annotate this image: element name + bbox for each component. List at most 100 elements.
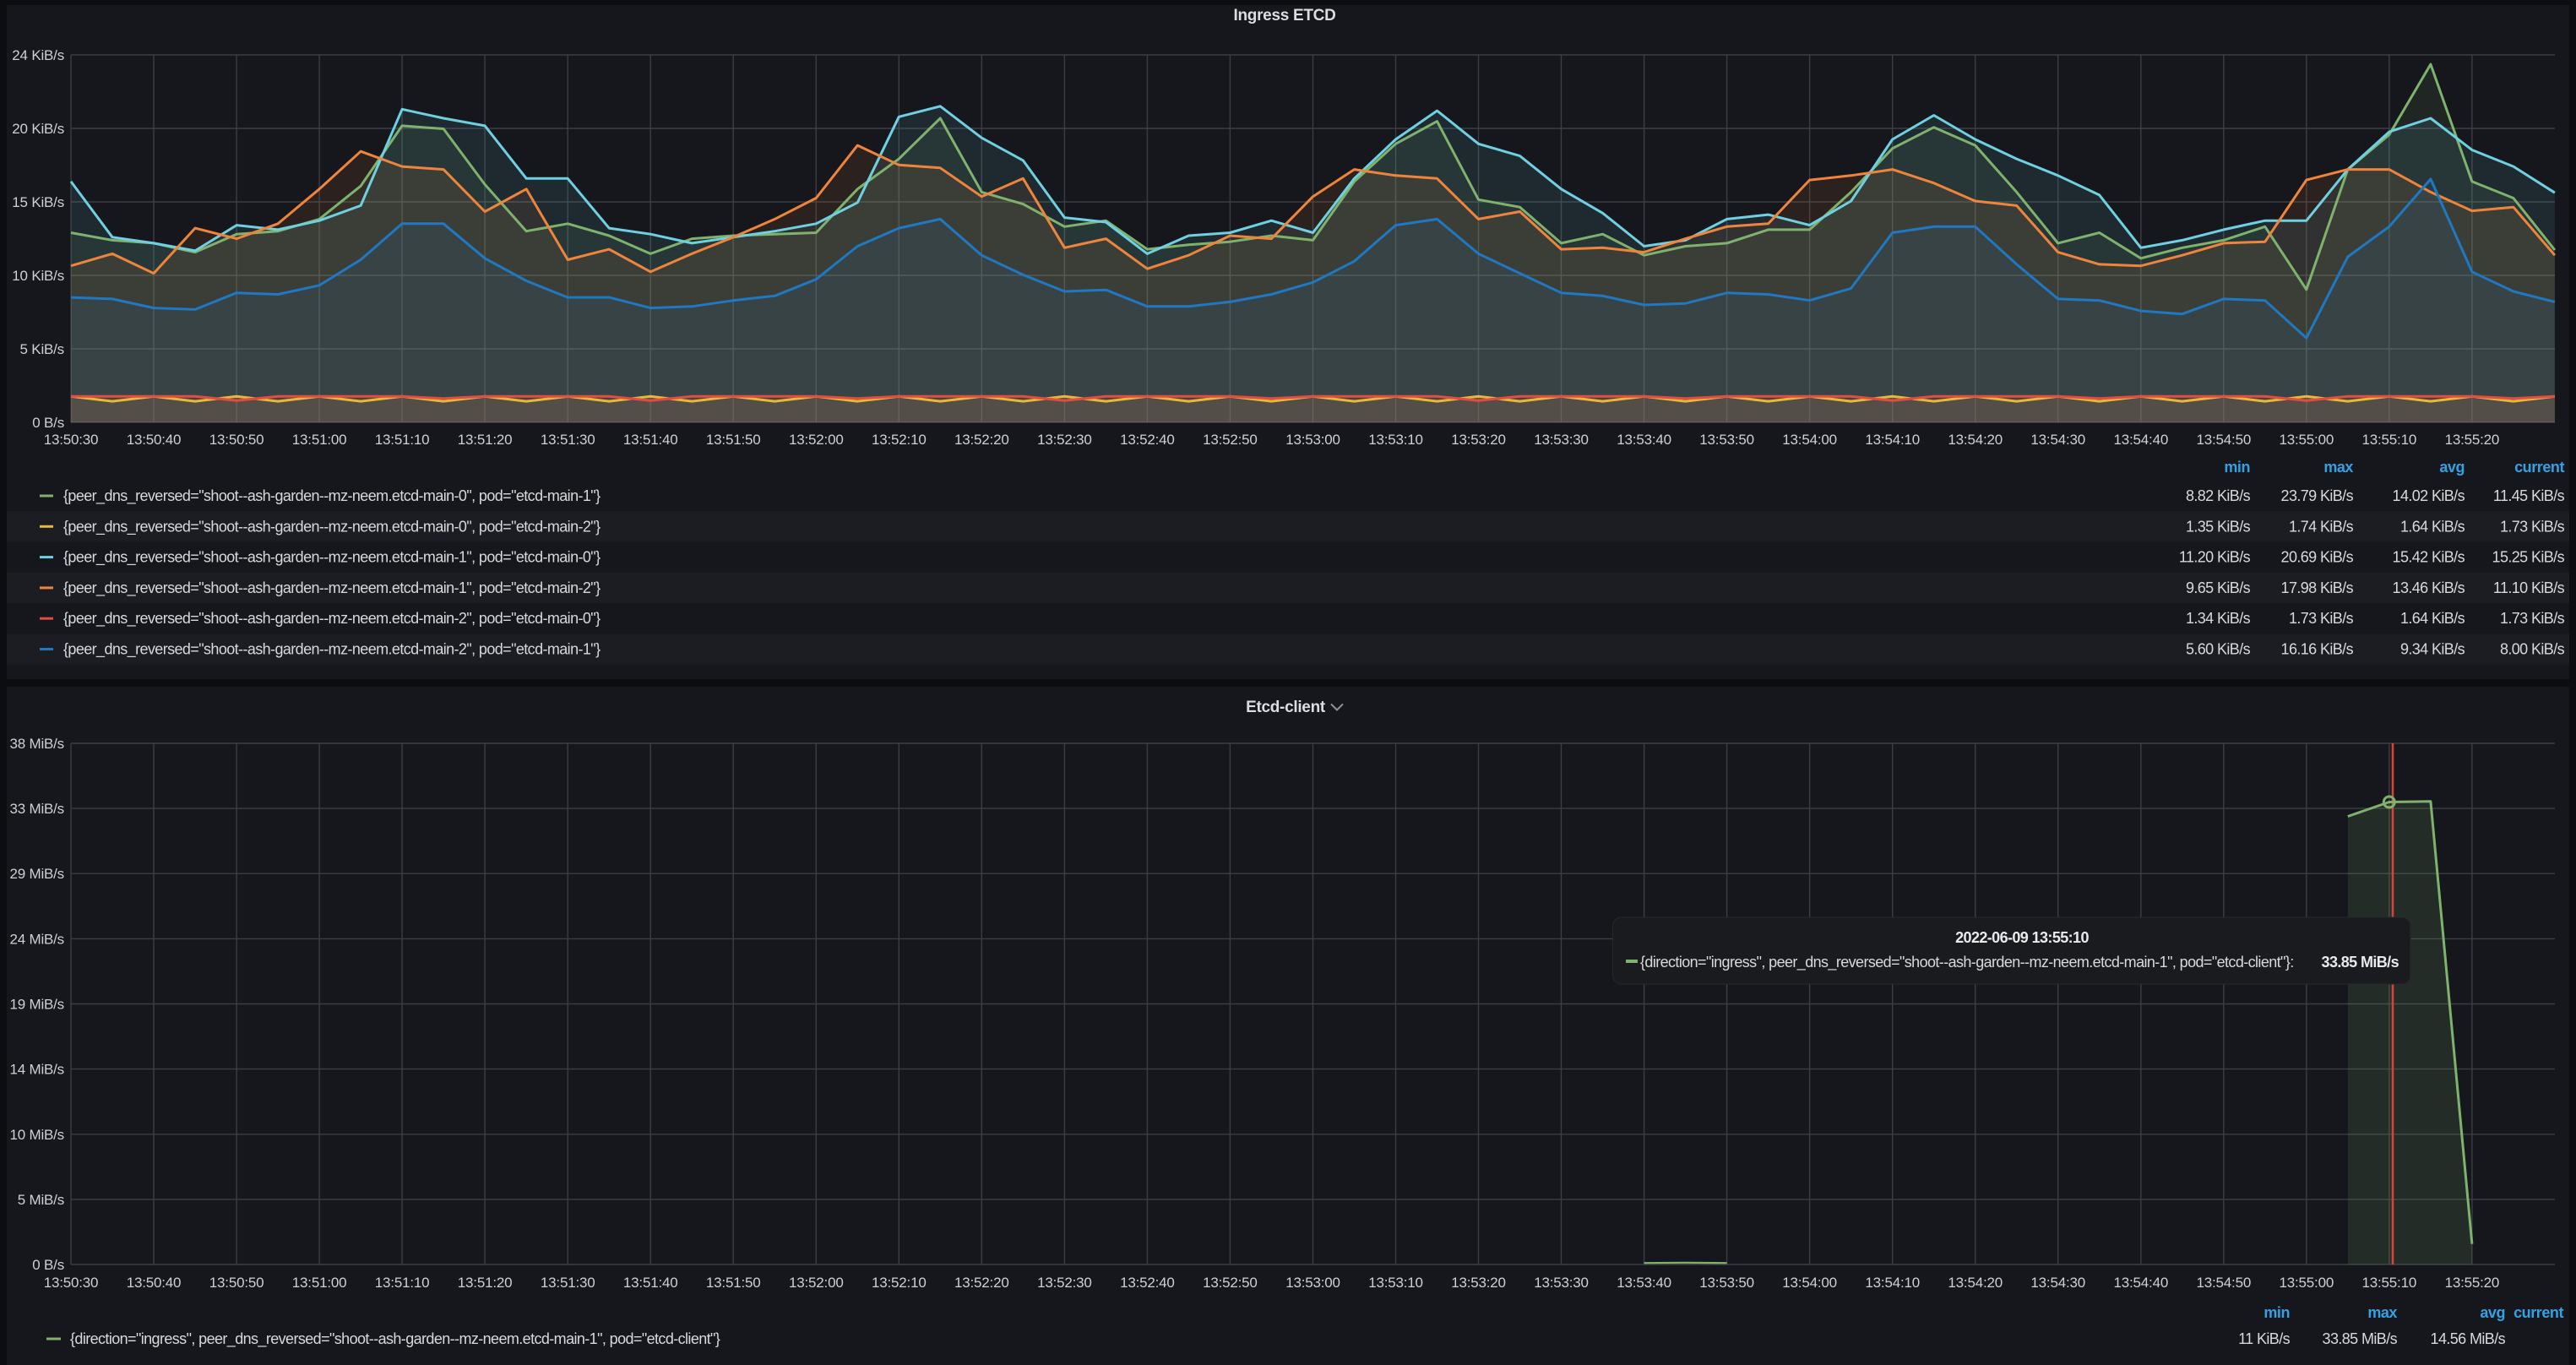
svg-text:13:53:30: 13:53:30 bbox=[1534, 1275, 1589, 1291]
svg-text:1.35 KiB/s: 1.35 KiB/s bbox=[2186, 518, 2251, 535]
svg-text:13:51:10: 13:51:10 bbox=[375, 432, 430, 448]
svg-text:17.98 KiB/s: 17.98 KiB/s bbox=[2281, 579, 2354, 596]
svg-text:Ingress ETCD: Ingress ETCD bbox=[1234, 7, 1336, 24]
svg-text:Etcd-client: Etcd-client bbox=[1246, 699, 1326, 716]
svg-text:1.64 KiB/s: 1.64 KiB/s bbox=[2400, 518, 2465, 535]
svg-text:16.16 KiB/s: 16.16 KiB/s bbox=[2281, 641, 2354, 658]
svg-text:0 B/s: 0 B/s bbox=[32, 1257, 64, 1273]
svg-text:13:51:40: 13:51:40 bbox=[623, 432, 678, 448]
svg-text:{direction="ingress", peer_dns: {direction="ingress", peer_dns_reversed=… bbox=[70, 1330, 720, 1348]
svg-text:1.64 KiB/s: 1.64 KiB/s bbox=[2400, 610, 2465, 627]
svg-text:13:53:50: 13:53:50 bbox=[1699, 1275, 1754, 1291]
svg-text:10 MiB/s: 10 MiB/s bbox=[9, 1127, 64, 1143]
svg-text:19 MiB/s: 19 MiB/s bbox=[9, 997, 64, 1013]
svg-text:20.69 KiB/s: 20.69 KiB/s bbox=[2281, 549, 2354, 566]
svg-text:{peer_dns_reversed="shoot--ash: {peer_dns_reversed="shoot--ash-garden--m… bbox=[63, 487, 601, 505]
svg-text:24 KiB/s: 24 KiB/s bbox=[12, 47, 64, 63]
svg-text:13:55:10: 13:55:10 bbox=[2362, 1275, 2417, 1291]
svg-text:13:50:50: 13:50:50 bbox=[209, 1275, 264, 1291]
svg-text:33.85 MiB/s: 33.85 MiB/s bbox=[2323, 1330, 2398, 1347]
svg-text:15.25 KiB/s: 15.25 KiB/s bbox=[2492, 549, 2565, 566]
svg-text:{peer_dns_reversed="shoot--ash: {peer_dns_reversed="shoot--ash-garden--m… bbox=[63, 518, 601, 536]
svg-text:13:50:40: 13:50:40 bbox=[127, 432, 182, 448]
svg-text:{direction="ingress", peer_dns: {direction="ingress", peer_dns_reversed=… bbox=[1640, 954, 2294, 971]
svg-text:13:54:00: 13:54:00 bbox=[1782, 1275, 1837, 1291]
svg-text:max: max bbox=[2367, 1304, 2397, 1321]
svg-text:13:54:10: 13:54:10 bbox=[1865, 432, 1920, 448]
svg-text:20 KiB/s: 20 KiB/s bbox=[12, 121, 64, 137]
svg-text:13:54:40: 13:54:40 bbox=[2114, 432, 2169, 448]
svg-text:13:53:20: 13:53:20 bbox=[1451, 432, 1506, 448]
svg-text:13:55:20: 13:55:20 bbox=[2445, 1275, 2500, 1291]
svg-text:13:55:10: 13:55:10 bbox=[2362, 432, 2417, 448]
svg-text:current: current bbox=[2514, 459, 2564, 476]
svg-text:13:53:00: 13:53:00 bbox=[1285, 1275, 1340, 1291]
svg-text:avg: avg bbox=[2480, 1304, 2505, 1321]
svg-text:13:52:30: 13:52:30 bbox=[1037, 432, 1092, 448]
svg-text:24 MiB/s: 24 MiB/s bbox=[9, 931, 64, 947]
svg-text:14 MiB/s: 14 MiB/s bbox=[9, 1062, 64, 1078]
svg-text:1.73 KiB/s: 1.73 KiB/s bbox=[2500, 610, 2565, 627]
svg-text:13:50:50: 13:50:50 bbox=[209, 432, 264, 448]
svg-text:13:52:20: 13:52:20 bbox=[954, 432, 1009, 448]
svg-text:13:53:10: 13:53:10 bbox=[1368, 432, 1423, 448]
svg-text:13:54:50: 13:54:50 bbox=[2197, 1275, 2252, 1291]
svg-text:13:54:30: 13:54:30 bbox=[2030, 432, 2085, 448]
svg-text:13:53:20: 13:53:20 bbox=[1451, 1275, 1506, 1291]
svg-text:13:52:50: 13:52:50 bbox=[1203, 1275, 1258, 1291]
svg-text:13:52:10: 13:52:10 bbox=[872, 1275, 927, 1291]
svg-text:8.82 KiB/s: 8.82 KiB/s bbox=[2186, 487, 2251, 504]
svg-text:23.79 KiB/s: 23.79 KiB/s bbox=[2281, 487, 2354, 504]
svg-text:0 B/s: 0 B/s bbox=[32, 415, 64, 431]
svg-text:14.56 MiB/s: 14.56 MiB/s bbox=[2431, 1330, 2506, 1347]
svg-text:14.02 KiB/s: 14.02 KiB/s bbox=[2393, 487, 2465, 504]
svg-text:13:51:20: 13:51:20 bbox=[458, 1275, 513, 1291]
svg-text:13:54:20: 13:54:20 bbox=[1948, 432, 2003, 448]
svg-text:9.65 KiB/s: 9.65 KiB/s bbox=[2186, 579, 2251, 596]
svg-text:15.42 KiB/s: 15.42 KiB/s bbox=[2393, 549, 2465, 566]
svg-text:38 MiB/s: 38 MiB/s bbox=[9, 736, 64, 752]
svg-text:13:52:40: 13:52:40 bbox=[1120, 1275, 1175, 1291]
svg-text:29 MiB/s: 29 MiB/s bbox=[9, 866, 64, 882]
svg-text:2022-06-09 13:55:10: 2022-06-09 13:55:10 bbox=[1955, 929, 2089, 946]
svg-text:13.46 KiB/s: 13.46 KiB/s bbox=[2393, 579, 2465, 596]
svg-text:1.34 KiB/s: 1.34 KiB/s bbox=[2186, 610, 2251, 627]
svg-text:13:51:20: 13:51:20 bbox=[458, 432, 513, 448]
svg-text:13:52:30: 13:52:30 bbox=[1037, 1275, 1092, 1291]
svg-text:13:50:30: 13:50:30 bbox=[44, 432, 99, 448]
svg-text:{peer_dns_reversed="shoot--ash: {peer_dns_reversed="shoot--ash-garden--m… bbox=[63, 610, 601, 628]
svg-text:min: min bbox=[2224, 459, 2250, 476]
svg-text:13:54:20: 13:54:20 bbox=[1948, 1275, 2003, 1291]
svg-text:13:51:00: 13:51:00 bbox=[292, 432, 347, 448]
svg-text:min: min bbox=[2264, 1304, 2290, 1321]
svg-text:11.20 KiB/s: 11.20 KiB/s bbox=[2179, 549, 2251, 566]
svg-text:13:53:40: 13:53:40 bbox=[1617, 432, 1671, 448]
svg-text:avg: avg bbox=[2439, 459, 2465, 476]
svg-text:13:51:30: 13:51:30 bbox=[541, 432, 595, 448]
svg-text:13:51:50: 13:51:50 bbox=[706, 1275, 761, 1291]
svg-text:13:54:30: 13:54:30 bbox=[2030, 1275, 2085, 1291]
svg-text:current: current bbox=[2514, 1304, 2563, 1321]
svg-text:{peer_dns_reversed="shoot--ash: {peer_dns_reversed="shoot--ash-garden--m… bbox=[63, 579, 601, 597]
svg-text:33.85 MiB/s: 33.85 MiB/s bbox=[2322, 954, 2399, 971]
svg-text:13:53:10: 13:53:10 bbox=[1368, 1275, 1423, 1291]
svg-text:13:55:00: 13:55:00 bbox=[2280, 1275, 2334, 1291]
svg-text:13:53:40: 13:53:40 bbox=[1617, 1275, 1671, 1291]
svg-text:11.45 KiB/s: 11.45 KiB/s bbox=[2493, 487, 2565, 504]
svg-text:{peer_dns_reversed="shoot--ash: {peer_dns_reversed="shoot--ash-garden--m… bbox=[63, 549, 601, 567]
svg-text:1.74 KiB/s: 1.74 KiB/s bbox=[2289, 518, 2354, 535]
svg-text:13:52:50: 13:52:50 bbox=[1203, 432, 1258, 448]
svg-text:13:52:40: 13:52:40 bbox=[1120, 432, 1175, 448]
svg-text:13:51:30: 13:51:30 bbox=[541, 1275, 595, 1291]
svg-text:11.10 KiB/s: 11.10 KiB/s bbox=[2493, 579, 2565, 596]
svg-text:13:51:40: 13:51:40 bbox=[623, 1275, 678, 1291]
svg-text:8.00 KiB/s: 8.00 KiB/s bbox=[2500, 641, 2565, 658]
svg-text:13:53:30: 13:53:30 bbox=[1534, 432, 1589, 448]
svg-text:13:54:00: 13:54:00 bbox=[1782, 432, 1837, 448]
svg-text:33 MiB/s: 33 MiB/s bbox=[9, 801, 64, 817]
svg-text:9.34 KiB/s: 9.34 KiB/s bbox=[2400, 641, 2465, 658]
svg-text:13:55:00: 13:55:00 bbox=[2280, 432, 2334, 448]
svg-text:13:53:50: 13:53:50 bbox=[1699, 432, 1754, 448]
svg-text:13:51:10: 13:51:10 bbox=[375, 1275, 430, 1291]
svg-text:13:54:50: 13:54:50 bbox=[2197, 432, 2252, 448]
